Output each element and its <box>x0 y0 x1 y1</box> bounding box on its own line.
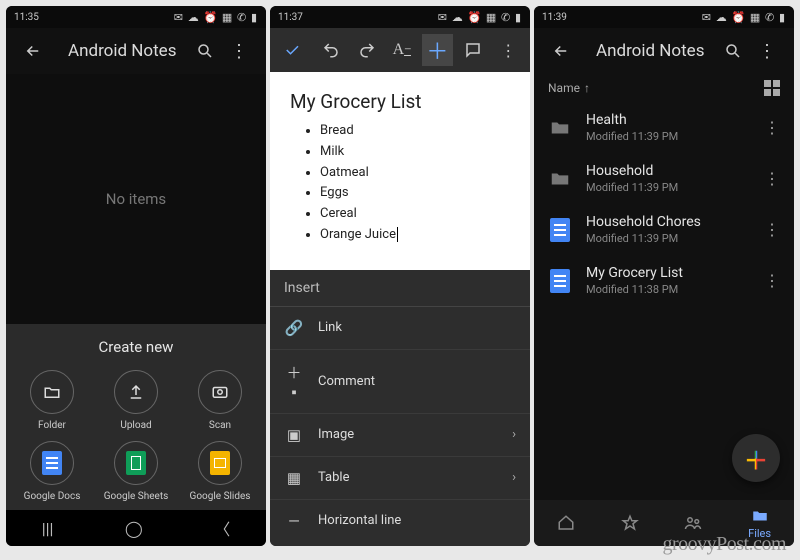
status-time: 11:39 <box>542 12 567 23</box>
home-button[interactable]: ◯ <box>125 519 143 538</box>
status-bar: 11:35 ✉ ☁ ⏰ ▦ ✆ ▮ <box>6 6 266 28</box>
tab-starred[interactable] <box>621 514 639 532</box>
insert-comment-row[interactable]: ＋▪ Comment <box>270 350 530 414</box>
item-more-icon[interactable]: ⋮ <box>764 169 780 188</box>
insert-hr-row[interactable]: — Horizontal line <box>270 500 530 542</box>
search-icon[interactable] <box>188 34 222 68</box>
folder-icon <box>548 167 572 191</box>
insert-image-row[interactable]: ▣ Image › <box>270 414 530 457</box>
insert-icon[interactable]: ＋ <box>422 34 453 66</box>
sort-row[interactable]: Name ↑ <box>534 74 794 102</box>
create-new-sheet: Create new Folder Upload Scan Google Doc… <box>6 324 266 510</box>
more-icon[interactable]: ⋮ <box>750 34 784 68</box>
file-item-doc[interactable]: Household Chores Modified 11:39 PM ⋮ <box>534 204 794 255</box>
image-icon: ▣ <box>284 426 304 444</box>
done-icon[interactable] <box>276 34 307 66</box>
docs-icon <box>42 451 62 475</box>
status-icons: ✉ ☁ ⏰ ▦ ✆ ▮ <box>702 11 786 24</box>
tab-home[interactable] <box>557 514 575 532</box>
back-button[interactable]: 〈 <box>214 516 230 540</box>
folder-icon <box>548 116 572 140</box>
app-bar: Android Notes ⋮ <box>534 28 794 74</box>
grid-view-icon[interactable] <box>764 80 780 96</box>
slides-icon <box>210 451 230 475</box>
empty-state-text: No items <box>106 74 166 324</box>
comment-icon[interactable] <box>457 34 488 66</box>
file-item-folder[interactable]: Household Modified 11:39 PM ⋮ <box>534 153 794 204</box>
doc-bullet-list: Bread Milk Oatmeal Eggs Cereal Orange Ju… <box>320 121 510 246</box>
table-icon: ▦ <box>284 469 304 487</box>
insert-panel: Insert 🔗 Link ＋▪ Comment ▣ Image › ▦ Tab… <box>270 270 530 546</box>
insert-panel-header: Insert <box>270 270 530 307</box>
android-nav-bar: ||| ◯ 〈 <box>6 510 266 546</box>
editor-toolbar: A— ＋ ⋮ <box>270 28 530 72</box>
app-bar: Android Notes ⋮ <box>6 28 266 74</box>
scan-button[interactable]: Scan <box>180 370 260 431</box>
watermark: groovyPost.com <box>662 533 786 556</box>
back-icon[interactable] <box>16 34 50 68</box>
chevron-right-icon: › <box>512 470 516 485</box>
upload-button[interactable]: Upload <box>96 370 176 431</box>
screen-drive-files: 11:39 ✉ ☁ ⏰ ▦ ✆ ▮ Android Notes ⋮ Name ↑… <box>534 6 794 546</box>
document-body[interactable]: My Grocery List Bread Milk Oatmeal Eggs … <box>270 72 530 270</box>
create-folder-button[interactable]: Folder <box>12 370 92 431</box>
insert-table-row[interactable]: ▦ Table › <box>270 457 530 500</box>
plus-icon: ＋ <box>744 441 768 476</box>
fab-create-button[interactable]: ＋ <box>732 434 780 482</box>
status-icons: ✉ ☁ ⏰ ▦ ✆ ▮ <box>174 11 258 24</box>
format-text-icon[interactable]: A— <box>386 34 417 66</box>
item-more-icon[interactable]: ⋮ <box>764 271 780 290</box>
tab-shared[interactable] <box>684 514 702 532</box>
file-item-folder[interactable]: Health Modified 11:39 PM ⋮ <box>534 102 794 153</box>
sort-asc-icon: ↑ <box>584 81 590 95</box>
search-icon[interactable] <box>716 34 750 68</box>
status-icons: ✉ ☁ ⏰ ▦ ✆ ▮ <box>438 11 522 24</box>
link-icon: 🔗 <box>284 319 304 337</box>
status-time: 11:37 <box>278 12 303 23</box>
sheets-icon <box>126 451 146 475</box>
google-docs-button[interactable]: Google Docs <box>12 441 92 502</box>
back-icon[interactable] <box>544 34 578 68</box>
undo-icon[interactable] <box>315 34 346 66</box>
file-item-doc[interactable]: My Grocery List Modified 11:38 PM ⋮ <box>534 255 794 306</box>
google-slides-button[interactable]: Google Slides <box>180 441 260 502</box>
text-cursor: Orange Juice <box>320 227 398 242</box>
status-time: 11:35 <box>14 12 39 23</box>
more-icon[interactable]: ⋮ <box>222 34 256 68</box>
comment-add-icon: ＋▪ <box>284 362 304 401</box>
docs-icon <box>548 218 572 242</box>
redo-icon[interactable] <box>351 34 382 66</box>
sheet-title: Create new <box>12 338 260 356</box>
google-sheets-button[interactable]: Google Sheets <box>96 441 176 502</box>
page-title: Android Notes <box>596 41 716 61</box>
doc-title: My Grocery List <box>290 90 510 113</box>
item-more-icon[interactable]: ⋮ <box>764 118 780 137</box>
screen-drive-empty: 11:35 ✉ ☁ ⏰ ▦ ✆ ▮ Android Notes ⋮ No ite… <box>6 6 266 546</box>
screen-docs-editor: 11:37 ✉ ☁ ⏰ ▦ ✆ ▮ A— ＋ ⋮ My Grocery List… <box>270 6 530 546</box>
page-title: Android Notes <box>68 41 188 61</box>
status-bar: 11:37 ✉ ☁ ⏰ ▦ ✆ ▮ <box>270 6 530 28</box>
status-bar: 11:39 ✉ ☁ ⏰ ▦ ✆ ▮ <box>534 6 794 28</box>
docs-icon <box>548 269 572 293</box>
more-icon[interactable]: ⋮ <box>493 34 524 66</box>
chevron-right-icon: › <box>512 427 516 442</box>
item-more-icon[interactable]: ⋮ <box>764 220 780 239</box>
insert-link-row[interactable]: 🔗 Link <box>270 307 530 350</box>
horizontal-line-icon: — <box>284 512 304 530</box>
recent-apps-button[interactable]: ||| <box>42 519 54 538</box>
